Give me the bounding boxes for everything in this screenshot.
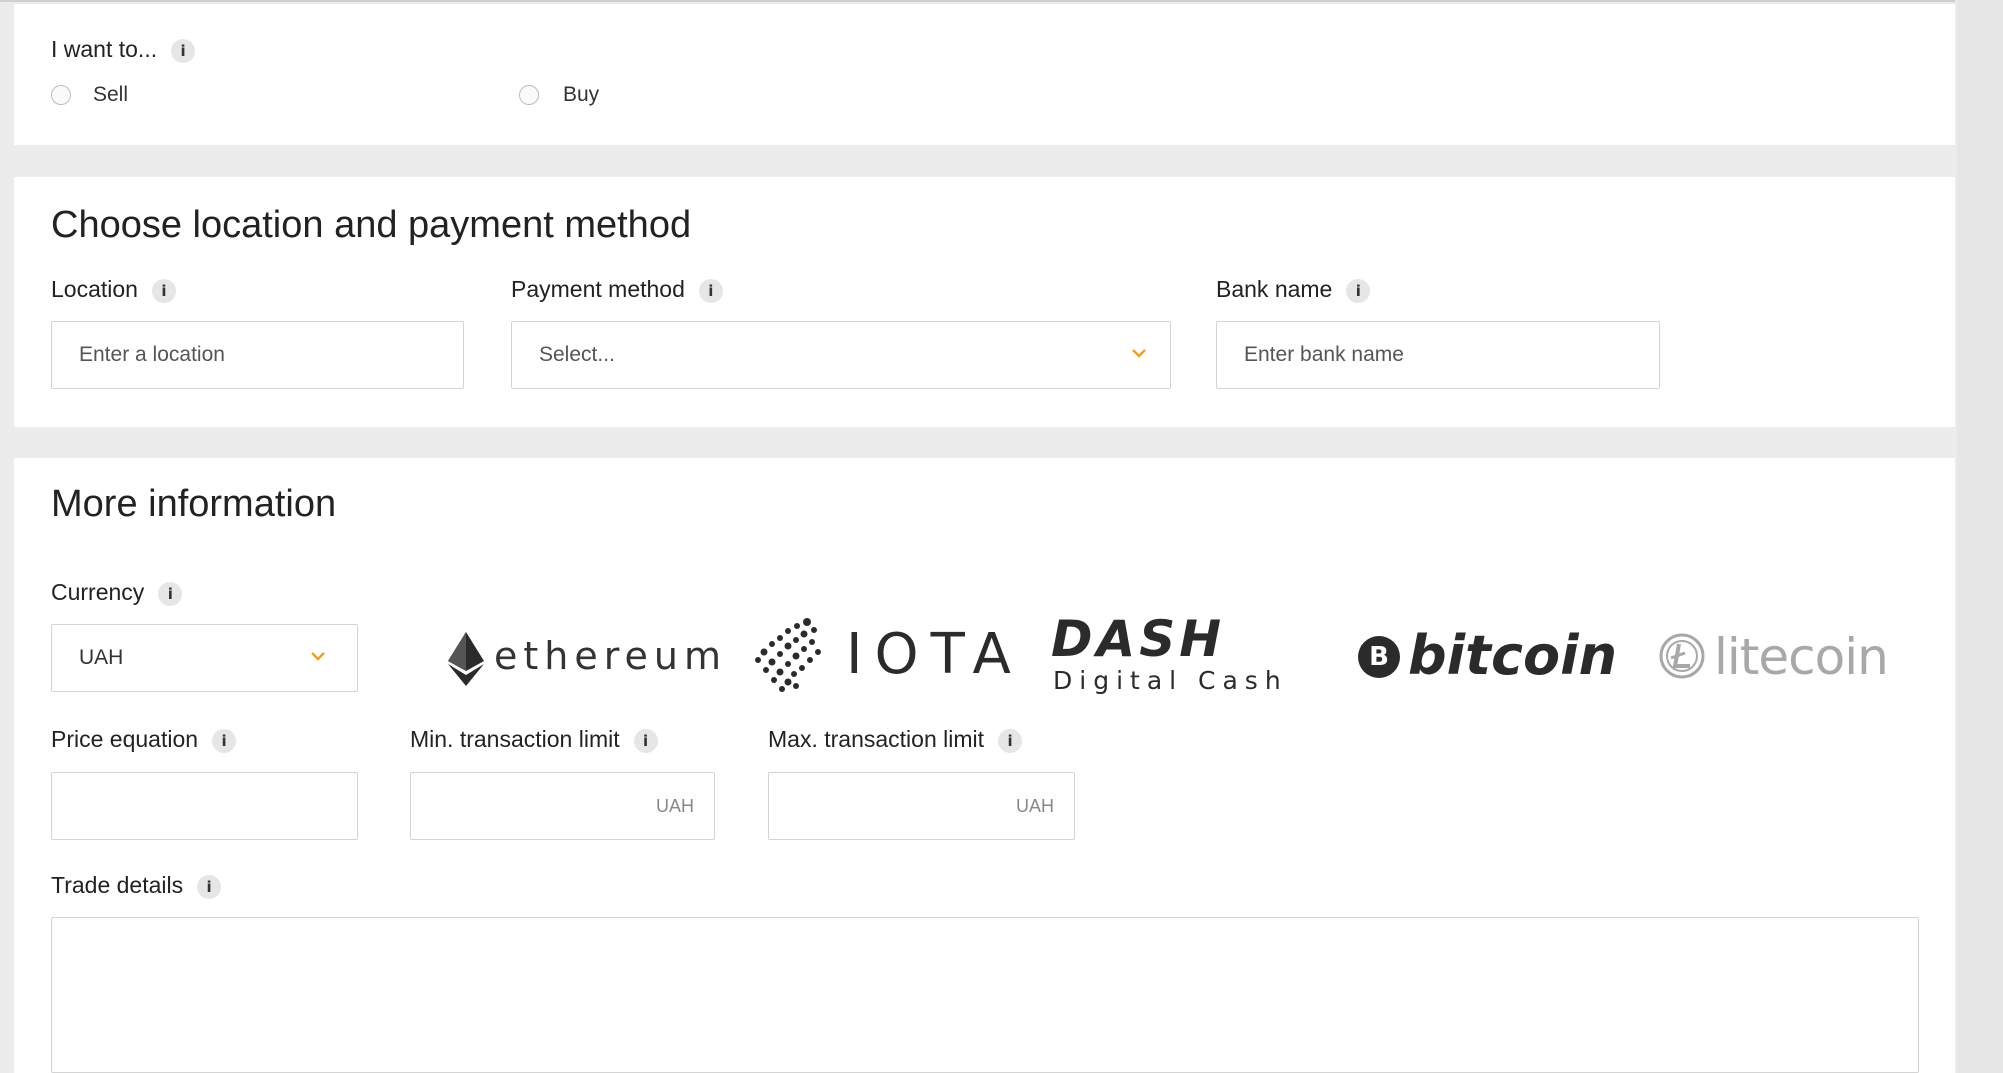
dash-tagline: Digital Cash [1053,666,1288,695]
sell-option[interactable]: Sell [51,82,128,108]
bitcoin-wordmark: bitcoin [1408,624,1618,687]
payment-label: Payment method [511,276,685,302]
intent-card: I want to... i Sell Buy [14,4,1955,145]
more-info-card: More information Currency i UAH ethereum [14,458,1955,1073]
trade-details-info-icon[interactable]: i [197,874,222,899]
currency-info-icon[interactable]: i [158,581,183,606]
trade-details-label-row: Trade details i [51,872,222,899]
currency-value: UAH [79,646,124,669]
bank-placeholder: Enter bank name [1244,343,1404,366]
chevron-down-icon [311,652,325,661]
location-input[interactable]: Enter a location [51,321,464,389]
location-info-icon[interactable]: i [151,278,176,303]
iota-dots-icon [755,618,821,692]
more-info-heading: More information [51,483,337,525]
chevron-down-icon [1132,349,1146,358]
intent-info-icon[interactable]: i [171,38,196,63]
min-limit-input[interactable]: UAH [410,772,715,840]
max-limit-label-row: Max. transaction limit i [768,726,1023,753]
top-border [0,0,1955,2]
dash-logo: DASH Digital Cash [1049,610,1309,700]
intent-label: I want to... [51,36,158,62]
trade-details-label: Trade details [51,872,184,898]
ethereum-logo: ethereum [434,624,721,690]
bitcoin-logo: B bitcoin [1354,620,1618,694]
iota-wordmark: IOTA [846,622,1023,687]
ethereum-wordmark: ethereum [494,634,728,678]
price-equation-input[interactable] [51,772,358,840]
price-info-icon[interactable]: i [212,728,237,753]
payment-label-row: Payment method i [511,276,723,303]
location-label: Location [51,276,138,302]
price-label-row: Price equation i [51,726,237,753]
max-limit-input[interactable]: UAH [768,772,1075,840]
right-gutter [1957,0,2003,1073]
buy-radio[interactable] [519,85,539,105]
min-limit-label-row: Min. transaction limit i [410,726,658,753]
min-limit-label: Min. transaction limit [410,726,620,752]
ethereum-diamond-icon [448,632,484,686]
price-label: Price equation [51,726,199,752]
min-limit-currency-suffix: UAH [655,796,694,816]
max-limit-label: Max. transaction limit [768,726,985,752]
bitcoin-coin-mark: B [1369,642,1389,672]
litecoin-coin-icon [1659,633,1705,679]
payment-method-select[interactable]: Select... [511,321,1171,389]
min-limit-info-icon[interactable]: i [633,728,658,753]
dash-wordmark: DASH [1051,610,1226,668]
payment-selected-value: Select... [539,343,615,366]
litecoin-logo: litecoin [1658,620,1910,694]
currency-select[interactable]: UAH [51,624,358,692]
payment-info-icon[interactable]: i [698,278,723,303]
currency-label: Currency [51,579,145,605]
bitcoin-coin-icon: B [1358,636,1400,678]
bank-name-input[interactable]: Enter bank name [1216,321,1660,389]
bank-label-row: Bank name i [1216,276,1371,303]
max-limit-currency-suffix: UAH [1015,796,1054,816]
location-card: Choose location and payment method Locat… [14,177,1955,427]
bank-label: Bank name [1216,276,1333,302]
sell-label: Sell [93,83,129,106]
sell-radio[interactable] [51,85,71,105]
max-limit-info-icon[interactable]: i [998,728,1023,753]
location-heading: Choose location and payment method [51,204,692,246]
buy-option[interactable]: Buy [519,82,599,108]
trade-details-textarea[interactable] [51,917,1919,1073]
litecoin-wordmark: litecoin [1714,628,1889,686]
location-label-row: Location i [51,276,176,303]
buy-label: Buy [563,83,600,106]
bank-info-icon[interactable]: i [1346,278,1371,303]
location-placeholder: Enter a location [79,343,225,366]
currency-label-row: Currency i [51,579,183,606]
iota-logo: IOTA [752,614,1012,694]
intent-label-row: I want to... i [51,36,196,63]
